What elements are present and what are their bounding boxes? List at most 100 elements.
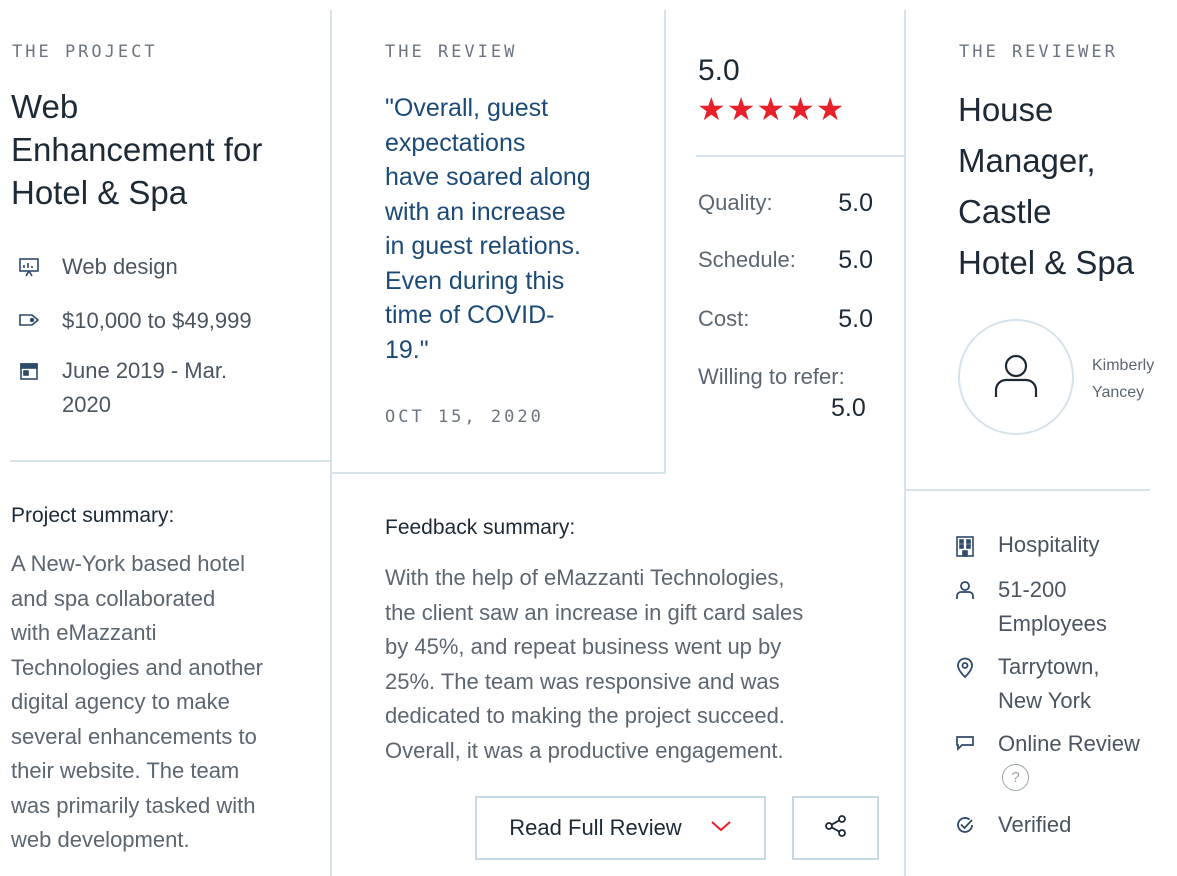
reviewer-industry: Hospitality — [950, 528, 1099, 562]
project-budget: $10,000 to $49,999 — [14, 304, 252, 338]
dates-line: 2020 — [62, 392, 111, 417]
score-label: Quality: — [698, 190, 773, 215]
score-value: 5.0 — [838, 188, 873, 217]
calendar-icon — [14, 354, 44, 381]
review-eyebrow: THE REVIEW — [385, 42, 518, 62]
refer-label: Willing to refer: — [698, 364, 845, 389]
project-title-line: Web — [11, 88, 79, 125]
project-title-line: Hotel & Spa — [11, 174, 188, 211]
summary-line: was primarily tasked with — [11, 792, 256, 818]
refer-value: 5.0 — [831, 394, 866, 422]
score-row: Cost: 5.0 — [698, 302, 873, 336]
read-full-review-button[interactable]: Read Full Review — [475, 796, 766, 860]
verified-status: Verified — [950, 808, 1071, 842]
overall-rating: 5.0 — [698, 54, 740, 87]
share-icon — [823, 813, 849, 844]
reviewer-title-line: House — [958, 91, 1054, 128]
service-text: Web design — [62, 254, 178, 279]
summary-line: their website. The team — [11, 758, 240, 783]
question-circle-icon[interactable]: ? — [1002, 764, 1029, 791]
feedback-summary-label: Feedback summary: — [385, 516, 576, 539]
location-line: Tarrytown, — [998, 654, 1100, 679]
check-circle-icon — [950, 808, 980, 835]
reviewer-title: House Manager, Castle Hotel & Spa — [958, 84, 1134, 288]
industry-text: Hospitality — [998, 532, 1100, 557]
reviewer-title-line: Castle — [958, 193, 1052, 230]
person-icon — [950, 573, 980, 600]
share-button[interactable] — [792, 796, 879, 860]
rating-divider — [664, 10, 666, 474]
project-title-line: Enhancement for — [11, 131, 263, 168]
chat-bubble-icon — [950, 727, 980, 752]
read-full-review-label: Read Full Review — [509, 815, 682, 840]
dates-text: June 2019 - Mar. 2020 — [62, 354, 227, 422]
feedback-summary-text: With the help of eMazzanti Technologies,… — [385, 561, 803, 768]
summary-line: web development. — [11, 827, 190, 852]
location-text: Tarrytown, New York — [998, 650, 1099, 718]
size-line: 51-200 — [998, 577, 1067, 602]
summary-line: and spa collaborated — [11, 585, 216, 611]
quote-line: expectations — [385, 128, 526, 157]
user-icon — [988, 347, 1044, 408]
project-divider — [10, 460, 330, 462]
star-icon: ★ — [697, 91, 726, 127]
review-quote: "Overall, guest expectations have soared… — [385, 91, 591, 367]
size-line: Employees — [998, 611, 1107, 636]
project-summary-label: Project summary: — [11, 504, 175, 527]
feedback-line: Overall, it was a productive engagement. — [385, 737, 784, 763]
chevron-down-icon — [710, 819, 732, 837]
score-list: Quality: 5.0 Schedule: 5.0 Cost: 5.0 — [698, 186, 873, 336]
reviewer-name-line: Yancey — [1092, 384, 1145, 401]
reviewer-divider — [906, 489, 1150, 491]
score-value: 5.0 — [838, 245, 873, 274]
dates-line: June 2019 - Mar. — [62, 358, 228, 383]
building-icon — [950, 528, 980, 557]
location-line: New York — [998, 688, 1091, 713]
review-type-text: Online Review — [998, 731, 1140, 756]
feedback-line: With the help of eMazzanti Technologies, — [385, 565, 785, 590]
size-text: 51-200 Employees — [998, 573, 1107, 641]
summary-line: Technologies and another — [11, 654, 263, 680]
score-label: Cost: — [698, 306, 750, 331]
review-type: Online Review — [950, 727, 1140, 761]
rating-top-divider — [696, 155, 904, 157]
quote-line: time of COVID- — [385, 301, 555, 329]
verified-text: Verified — [998, 812, 1072, 837]
column-divider-1 — [330, 10, 332, 876]
reviewer-title-line: Hotel & Spa — [958, 244, 1135, 281]
price-tag-icon — [14, 304, 44, 329]
quote-line: 19." — [385, 335, 429, 364]
project-dates: June 2019 - Mar. 2020 — [14, 354, 227, 422]
location-pin-icon — [950, 650, 980, 679]
quote-line: Even during this — [385, 266, 565, 295]
star-icon: ★ — [815, 91, 845, 127]
reviewer-location: Tarrytown, New York — [950, 650, 1099, 718]
review-divider — [332, 472, 666, 474]
quote-line: with an increase — [385, 197, 566, 226]
review-date: OCT 15, 2020 — [385, 407, 544, 427]
feedback-line: 25%. The team was responsive and was — [385, 668, 780, 694]
score-row: Quality: 5.0 — [698, 186, 873, 220]
feedback-line: the client saw an increase in gift card … — [385, 599, 804, 625]
feedback-line: by 45%, and repeat business went up by — [385, 634, 782, 659]
quote-line: have soared along — [385, 163, 591, 191]
summary-line: A New-York based hotel — [11, 551, 245, 576]
project-service: Web design — [14, 250, 178, 284]
project-title: Web Enhancement for Hotel & Spa — [11, 85, 262, 214]
budget-text: $10,000 to $49,999 — [62, 308, 252, 333]
column-divider-2 — [904, 10, 906, 876]
reviewer-name-line: Kimberly — [1092, 357, 1155, 374]
star-icon: ★ — [756, 91, 786, 127]
help-glyph: ? — [1011, 769, 1020, 786]
star-icon: ★ — [786, 91, 815, 127]
quote-line: in guest relations. — [385, 232, 581, 260]
star-icon: ★ — [726, 91, 756, 127]
feedback-line: dedicated to making the project succeed. — [385, 703, 785, 728]
score-value: 5.0 — [838, 304, 873, 333]
reviewer-size: 51-200 Employees — [950, 573, 1107, 641]
star-rating: ★ ★ ★ ★ ★ — [697, 93, 844, 125]
quote-line: "Overall, guest — [385, 94, 549, 122]
summary-line: several enhancements to — [11, 723, 257, 749]
score-label: Schedule: — [698, 247, 796, 272]
summary-line: with eMazzanti — [11, 620, 157, 645]
